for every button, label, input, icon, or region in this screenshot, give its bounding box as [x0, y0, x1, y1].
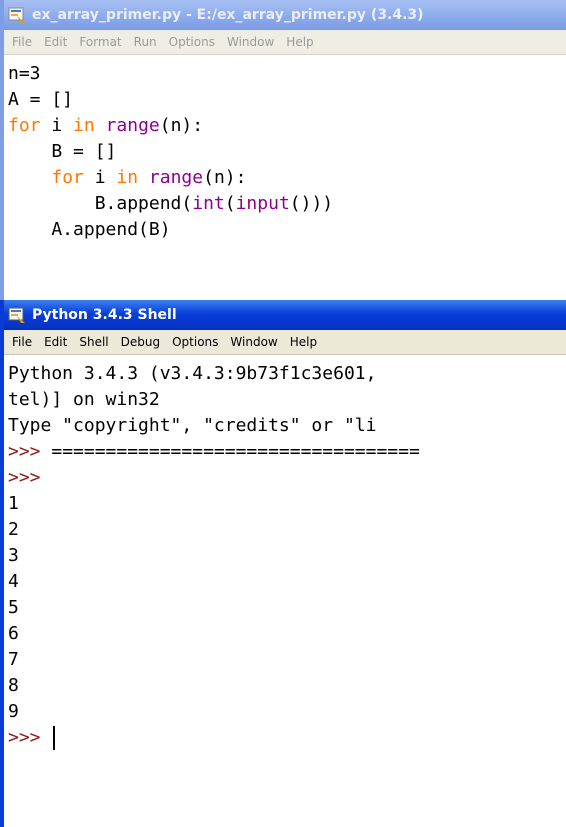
output-line: 5 [8, 597, 19, 618]
shell-window-title: Python 3.4.3 Shell [32, 307, 177, 323]
restart-line: >>> ================================== [8, 439, 566, 465]
output-line: 1 [8, 493, 19, 514]
output-line: 4 [8, 571, 19, 592]
shell-window: Python 3.4.3 Shell File Edit Shell Debug… [0, 300, 566, 827]
shell-menu-file[interactable]: File [6, 335, 38, 349]
shell-output-area[interactable]: Python 3.4.3 (v3.4.3:9b73f1c3e601, tel)] … [4, 355, 566, 751]
restart-separator: ================================== [40, 441, 420, 462]
output-line: 3 [8, 545, 19, 566]
shell-menu-options[interactable]: Options [166, 335, 224, 349]
builtin-int: int [192, 193, 225, 214]
editor-menu-window[interactable]: Window [221, 35, 280, 49]
shell-title-bar[interactable]: Python 3.4.3 Shell [4, 300, 566, 330]
editor-window: ex_array_primer.py - E:/ex_array_primer.… [0, 0, 566, 300]
builtin-range: range [105, 115, 160, 136]
code-line: for i in range(n): [8, 165, 566, 191]
python-shell-icon [8, 307, 25, 323]
output-line: 6 [8, 623, 19, 644]
editor-menu-run[interactable]: Run [128, 35, 163, 49]
output-line: 8 [8, 675, 19, 696]
editor-window-title: ex_array_primer.py - E:/ex_array_primer.… [32, 7, 424, 23]
editor-menu-help[interactable]: Help [280, 35, 319, 49]
editor-menu-options[interactable]: Options [163, 35, 221, 49]
editor-menu-file[interactable]: File [6, 35, 38, 49]
editor-title-bar[interactable]: ex_array_primer.py - E:/ex_array_primer.… [4, 0, 566, 30]
editor-menu-format[interactable]: Format [73, 35, 127, 49]
code-line: B.append(int(input())) [8, 191, 566, 217]
shell-menu-bar: File Edit Shell Debug Options Window Hel… [4, 330, 566, 355]
output-line: 7 [8, 649, 19, 670]
code-text: ())) [289, 193, 334, 214]
builtin-input: input [235, 193, 290, 214]
shell-prompt: >>> [8, 467, 41, 488]
code-text: (n): [159, 115, 204, 136]
code-text: ( [224, 193, 236, 214]
code-line: A = [] [8, 89, 74, 110]
output-line: 2 [8, 519, 19, 540]
editor-menu-edit[interactable]: Edit [38, 35, 73, 49]
text-cursor [53, 726, 56, 750]
prompt-line: >>> [8, 465, 566, 491]
code-line: A.append(B) [8, 219, 171, 240]
code-line: B = [] [8, 141, 117, 162]
shell-menu-edit[interactable]: Edit [38, 335, 73, 349]
code-line: for i in range(n): [8, 113, 566, 139]
code-text: B.append( [8, 193, 193, 214]
shell-prompt: >>> [8, 441, 41, 462]
keyword-for: for [51, 167, 84, 188]
keyword-in: in [116, 167, 139, 188]
input-line[interactable]: >>> [8, 725, 566, 751]
python-idle-icon [8, 7, 25, 23]
banner-line: tel)] on win32 [8, 389, 160, 410]
shell-menu-shell[interactable]: Shell [73, 335, 114, 349]
banner-line: Python 3.4.3 (v3.4.3:9b73f1c3e601, [8, 363, 377, 384]
shell-menu-debug[interactable]: Debug [115, 335, 166, 349]
code-text: i [83, 167, 117, 188]
shell-menu-window[interactable]: Window [224, 335, 283, 349]
banner-line: Type "copyright", "credits" or "li [8, 415, 377, 436]
shell-prompt: >>> [8, 727, 52, 748]
code-line: n=3 [8, 63, 41, 84]
shell-menu-help[interactable]: Help [284, 335, 323, 349]
editor-code-area[interactable]: n=3 A = [] for i in range(n): B = [] for i… [4, 55, 566, 243]
output-line: 9 [8, 701, 19, 722]
keyword-in: in [73, 115, 95, 136]
code-text: (n): [203, 167, 247, 188]
editor-menu-bar: File Edit Format Run Options Window Help [4, 30, 566, 55]
keyword-for: for [8, 115, 41, 136]
code-text: i [40, 115, 74, 136]
builtin-range: range [148, 167, 204, 188]
